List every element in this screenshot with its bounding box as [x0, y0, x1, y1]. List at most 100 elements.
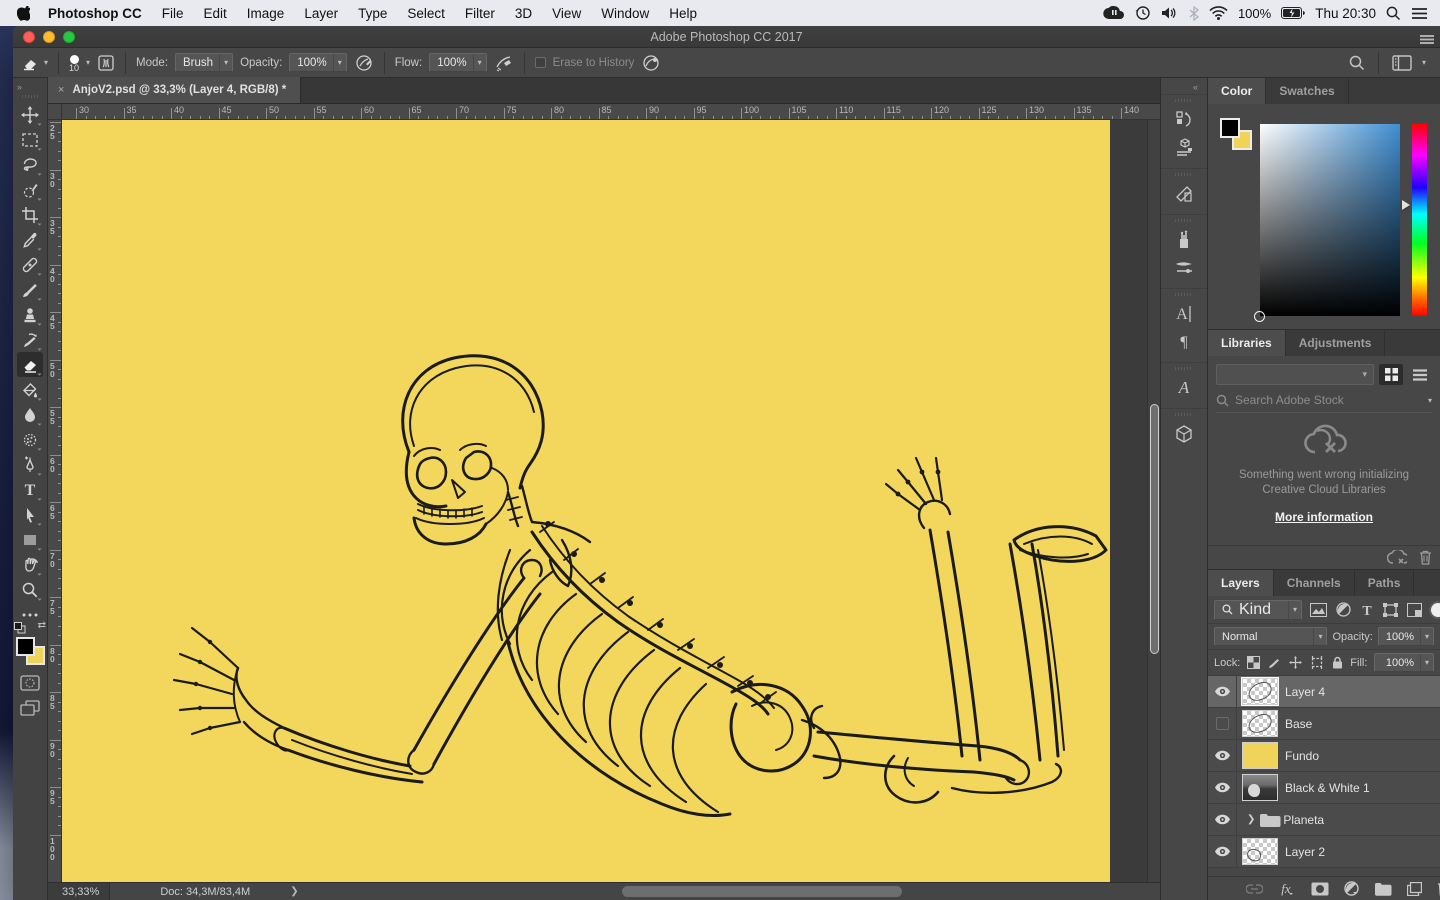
layer-name[interactable]: Black & White 1	[1285, 781, 1370, 795]
layer-thumbnail[interactable]	[1242, 742, 1278, 769]
volume-icon[interactable]	[1161, 6, 1179, 20]
layer-name[interactable]: Layer 2	[1285, 845, 1325, 859]
tool-history-brush[interactable]	[17, 327, 43, 352]
minimize-window-button[interactable]	[43, 31, 55, 43]
search-chevron[interactable]: ▾	[1428, 396, 1432, 405]
add-layer-mask-icon[interactable]	[1311, 882, 1329, 896]
tool-shape[interactable]	[17, 527, 43, 552]
window-titlebar[interactable]: Adobe Photoshop CC 2017	[13, 26, 1440, 48]
vertical-scrollbar-thumb[interactable]	[1150, 404, 1159, 654]
panel-tab[interactable]: Libraries	[1208, 330, 1286, 356]
layer-name[interactable]: Layer 4	[1285, 685, 1325, 699]
menu-item[interactable]: View	[542, 6, 591, 21]
layer-name[interactable]: Base	[1285, 717, 1312, 731]
brush-settings-panel-button[interactable]	[1169, 254, 1199, 282]
visibility-cell[interactable]	[1208, 676, 1237, 707]
saturation-brightness-field[interactable]	[1260, 124, 1400, 316]
menu-item[interactable]: 3D	[505, 6, 542, 21]
toolbar-collapse-icon[interactable]: »	[17, 82, 21, 92]
layer-style-icon[interactable]: fx	[1278, 882, 1296, 896]
blend-mode-select[interactable]: Normal▾	[1214, 627, 1327, 646]
layer-name[interactable]: Fundo	[1285, 749, 1319, 763]
layer-row[interactable]: Layer 4	[1208, 676, 1440, 708]
lock-all-icon[interactable]	[1332, 656, 1343, 669]
layer-row[interactable]: ❯ Planeta	[1208, 804, 1440, 836]
time-machine-icon[interactable]	[1135, 5, 1151, 21]
layer-thumbnail[interactable]	[1242, 838, 1278, 865]
layer-name[interactable]: Planeta	[1283, 813, 1324, 827]
apple-menu-icon[interactable]	[8, 6, 38, 21]
screen-mode-button[interactable]	[20, 700, 40, 716]
ruler-origin-corner[interactable]	[48, 104, 62, 120]
layer-filter-toggle[interactable]	[1431, 603, 1440, 617]
workspace-switcher-icon[interactable]	[1392, 55, 1412, 71]
panel-tab[interactable]: Channels	[1274, 570, 1355, 596]
color-picker-marker[interactable]	[1254, 311, 1265, 322]
delete-library-icon[interactable]	[1419, 550, 1432, 565]
menu-item[interactable]: Help	[659, 6, 707, 21]
workspace-chevron[interactable]: ▾	[1422, 58, 1426, 67]
grid-view-button[interactable]	[1379, 364, 1403, 385]
new-group-icon[interactable]	[1374, 882, 1392, 896]
lock-pixels-icon[interactable]	[1268, 656, 1281, 669]
tool-eyedropper[interactable]	[17, 227, 43, 252]
eraser-tool-preset[interactable]: ▾	[21, 55, 48, 71]
panel-tab[interactable]: Paths	[1355, 570, 1415, 596]
tool-eraser[interactable]	[17, 352, 43, 377]
menu-item[interactable]: Image	[237, 6, 295, 21]
erase-to-history-checkbox[interactable]	[535, 57, 546, 68]
link-layers-icon[interactable]	[1246, 884, 1263, 894]
list-view-button[interactable]	[1408, 364, 1432, 385]
brush-preset-picker[interactable]: 10	[69, 55, 79, 73]
wifi-icon[interactable]	[1209, 6, 1228, 20]
3d-material-panel-button[interactable]	[1169, 134, 1199, 162]
toolbar-grip[interactable]	[22, 95, 38, 98]
vertical-scrollbar[interactable]	[1147, 120, 1160, 882]
visibility-cell[interactable]	[1208, 708, 1237, 739]
layer-row[interactable]: Fundo	[1208, 740, 1440, 772]
swap-colors-icon[interactable]: ⇄	[38, 620, 46, 631]
tool-path-selection[interactable]	[17, 502, 43, 527]
layer-opacity-select[interactable]: 100%▾	[1378, 627, 1434, 646]
layer-row[interactable]: Layer 2	[1208, 836, 1440, 868]
3d-panel-button[interactable]	[1169, 420, 1199, 448]
panel-tab[interactable]: Layers	[1208, 570, 1274, 596]
tool-rectangular-marquee[interactable]	[17, 127, 43, 152]
document-tab[interactable]: × AnjoV2.psd @ 33,3% (Layer 4, RGB/8) *	[48, 77, 301, 103]
stock-search-field[interactable]: Search Adobe Stock ▾	[1216, 393, 1432, 413]
dock-expand-icon[interactable]: «	[1193, 82, 1197, 92]
panel-tab[interactable]: Color	[1208, 78, 1266, 104]
layer-row[interactable]: Base	[1208, 708, 1440, 740]
visibility-cell[interactable]	[1208, 804, 1237, 835]
new-adjustment-layer-icon[interactable]	[1344, 881, 1359, 896]
visibility-cell[interactable]	[1208, 740, 1237, 771]
library-select[interactable]: ▾	[1216, 364, 1374, 385]
paragraph-panel-button[interactable]: ¶	[1169, 328, 1199, 356]
tool-lasso[interactable]	[17, 152, 43, 177]
lock-artboard-icon[interactable]	[1310, 656, 1324, 669]
search-icon[interactable]	[1349, 55, 1365, 71]
layer-fill-select[interactable]: 100%▾	[1374, 653, 1434, 672]
new-layer-icon[interactable]	[1407, 882, 1422, 896]
history-panel-button[interactable]	[1169, 106, 1199, 134]
glyphs-panel-button[interactable]: A	[1169, 374, 1199, 402]
tool-brush[interactable]	[17, 277, 43, 302]
tool-hand[interactable]	[17, 552, 43, 577]
menu-item[interactable]: Layer	[294, 6, 348, 21]
spotlight-icon[interactable]	[1386, 6, 1401, 21]
brush-picker-chevron[interactable]: ▾	[86, 58, 90, 67]
tool-gradient[interactable]	[17, 377, 43, 402]
panel-color-wells[interactable]	[1220, 118, 1254, 152]
filter-shape-layers-icon[interactable]	[1383, 603, 1398, 617]
horizontal-scrollbar-thumb[interactable]	[622, 886, 902, 897]
more-information-link[interactable]: More information	[1275, 510, 1373, 524]
lock-transparency-icon[interactable]	[1247, 656, 1260, 669]
tool-type[interactable]: T	[17, 477, 43, 502]
visibility-cell[interactable]	[1208, 772, 1237, 803]
smoothing-icon[interactable]	[641, 54, 661, 72]
sync-error-icon[interactable]	[1387, 550, 1407, 565]
mode-select[interactable]: Brush▾	[175, 53, 233, 72]
zoom-level-field[interactable]: 33,33%	[48, 883, 110, 900]
layer-thumbnail[interactable]	[1242, 774, 1278, 801]
opacity-select[interactable]: 100%▾	[289, 53, 346, 72]
